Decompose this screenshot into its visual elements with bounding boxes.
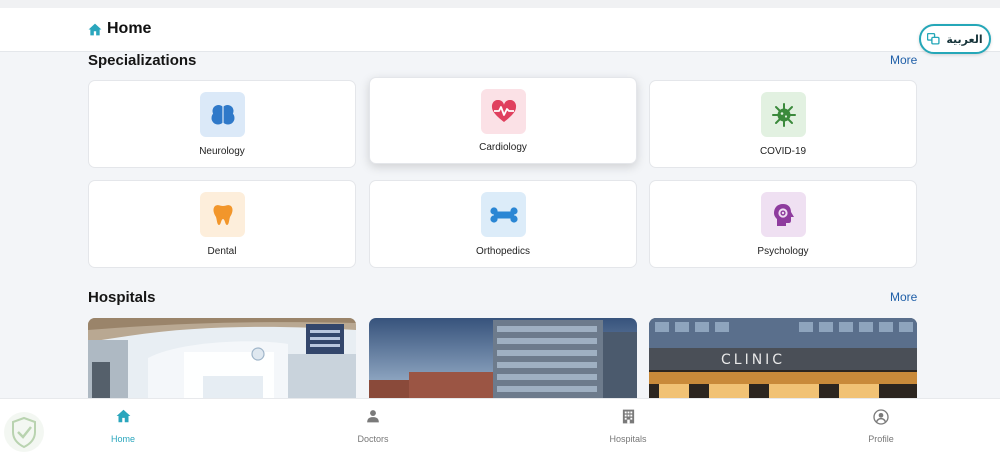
tooth-icon	[200, 192, 245, 237]
account-circle-icon	[873, 409, 889, 425]
specializations-more-link[interactable]: More	[890, 53, 917, 67]
virus-icon	[761, 92, 806, 137]
nav-profile[interactable]: Profile	[841, 409, 921, 444]
heart-pulse-icon	[481, 89, 526, 134]
app-header: Home	[0, 8, 1000, 52]
brain-icon	[200, 92, 245, 137]
nav-doctors[interactable]: Doctors	[333, 409, 413, 444]
hospital-card-3[interactable]: CLINIC	[649, 318, 917, 402]
hospital-card-1[interactable]	[88, 318, 356, 402]
nav-home-label: Home	[110, 434, 135, 444]
hospital-image-clinic: CLINIC	[649, 318, 917, 402]
page-title: Home	[88, 20, 151, 38]
language-button-label: العربية	[946, 33, 983, 46]
nav-profile-label: Profile	[868, 434, 894, 444]
hospitals-title: Hospitals	[88, 289, 156, 306]
specialization-label: Dental	[207, 246, 237, 257]
specialization-card-neurology[interactable]: Neurology	[88, 80, 356, 168]
specialization-label: Neurology	[199, 146, 245, 157]
nav-hospitals-label: Hospitals	[609, 434, 647, 444]
language-toggle-button[interactable]: العربية	[919, 24, 991, 54]
hospital-image-lobby	[88, 318, 356, 402]
specialization-label: Cardiology	[479, 142, 527, 153]
translate-icon	[927, 33, 940, 45]
nav-doctors-label: Doctors	[357, 434, 389, 444]
specialization-card-dental[interactable]: Dental	[88, 180, 356, 268]
person-icon	[367, 410, 379, 423]
specializations-title: Specializations	[88, 52, 197, 69]
page-title-text: Home	[107, 20, 152, 37]
specialization-card-orthopedics[interactable]: Orthopedics	[369, 180, 637, 268]
hospital-image-building	[369, 318, 637, 402]
specialization-card-covid19[interactable]: COVID-19	[649, 80, 917, 168]
clinic-sign-text: CLINIC	[721, 352, 785, 368]
nav-home[interactable]: Home	[83, 409, 163, 444]
specialization-label: COVID-19	[759, 146, 807, 157]
top-strip	[0, 0, 1000, 8]
specialization-label: Orthopedics	[476, 246, 530, 257]
head-gear-icon	[761, 192, 806, 237]
home-icon	[88, 23, 102, 35]
hospitals-more-link[interactable]: More	[890, 290, 917, 304]
nav-hospitals[interactable]: Hospitals	[588, 409, 668, 444]
specialization-label: Psychology	[757, 246, 809, 257]
bone-icon	[481, 192, 526, 237]
specialization-card-cardiology[interactable]: Cardiology	[369, 77, 637, 164]
specialization-card-psychology[interactable]: Psychology	[649, 180, 917, 268]
hospital-card-2[interactable]	[369, 318, 637, 402]
shield-logo-icon	[2, 410, 46, 457]
building-icon	[622, 409, 634, 424]
home-icon	[116, 409, 130, 423]
bottom-navigation: Home Doctors Hospitals Profile	[0, 398, 1000, 457]
